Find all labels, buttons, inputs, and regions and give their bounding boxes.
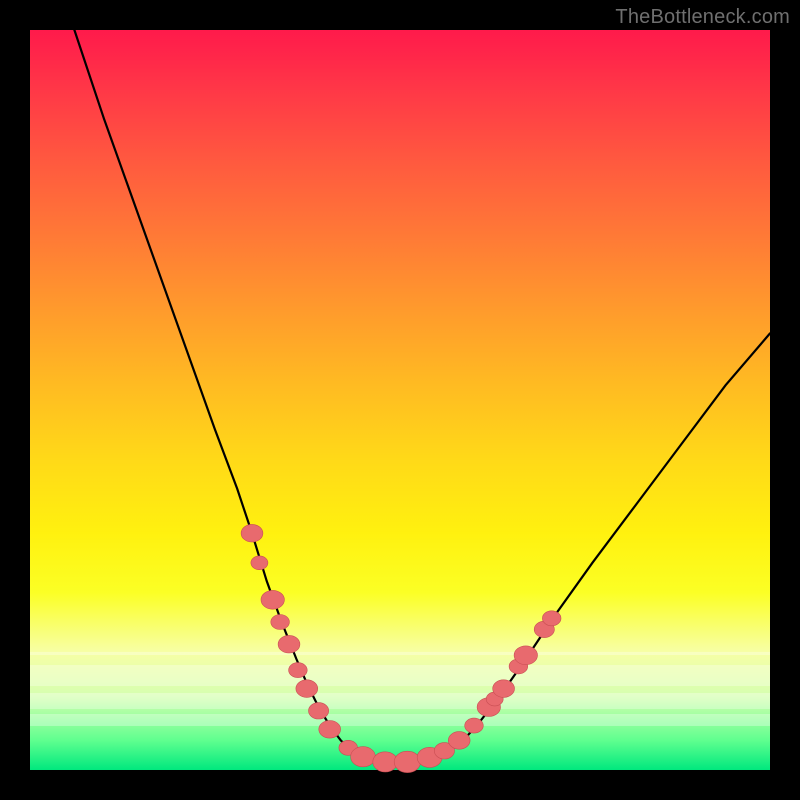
watermark-text: TheBottleneck.com: [615, 6, 790, 29]
marker-dot: [296, 680, 318, 698]
marker-dot: [394, 751, 420, 772]
marker-dot: [373, 752, 398, 772]
marker-dot: [493, 680, 515, 698]
marker-dot: [289, 663, 308, 678]
marker-dot: [261, 590, 284, 609]
marker-dot: [271, 615, 290, 630]
marker-dot: [448, 732, 470, 750]
curve-layer: [30, 30, 770, 770]
marker-dot: [309, 703, 329, 719]
marker-dot: [514, 646, 537, 665]
marker-dot: [241, 524, 263, 542]
curve-markers: [241, 524, 561, 772]
marker-dot: [351, 747, 376, 767]
bottleneck-curve: [74, 30, 770, 763]
marker-dot: [319, 721, 341, 739]
marker-dot: [278, 635, 300, 653]
marker-dot: [465, 718, 484, 733]
marker-dot: [542, 611, 561, 626]
marker-dot: [251, 556, 268, 570]
chart-frame: TheBottleneck.com: [0, 0, 800, 800]
